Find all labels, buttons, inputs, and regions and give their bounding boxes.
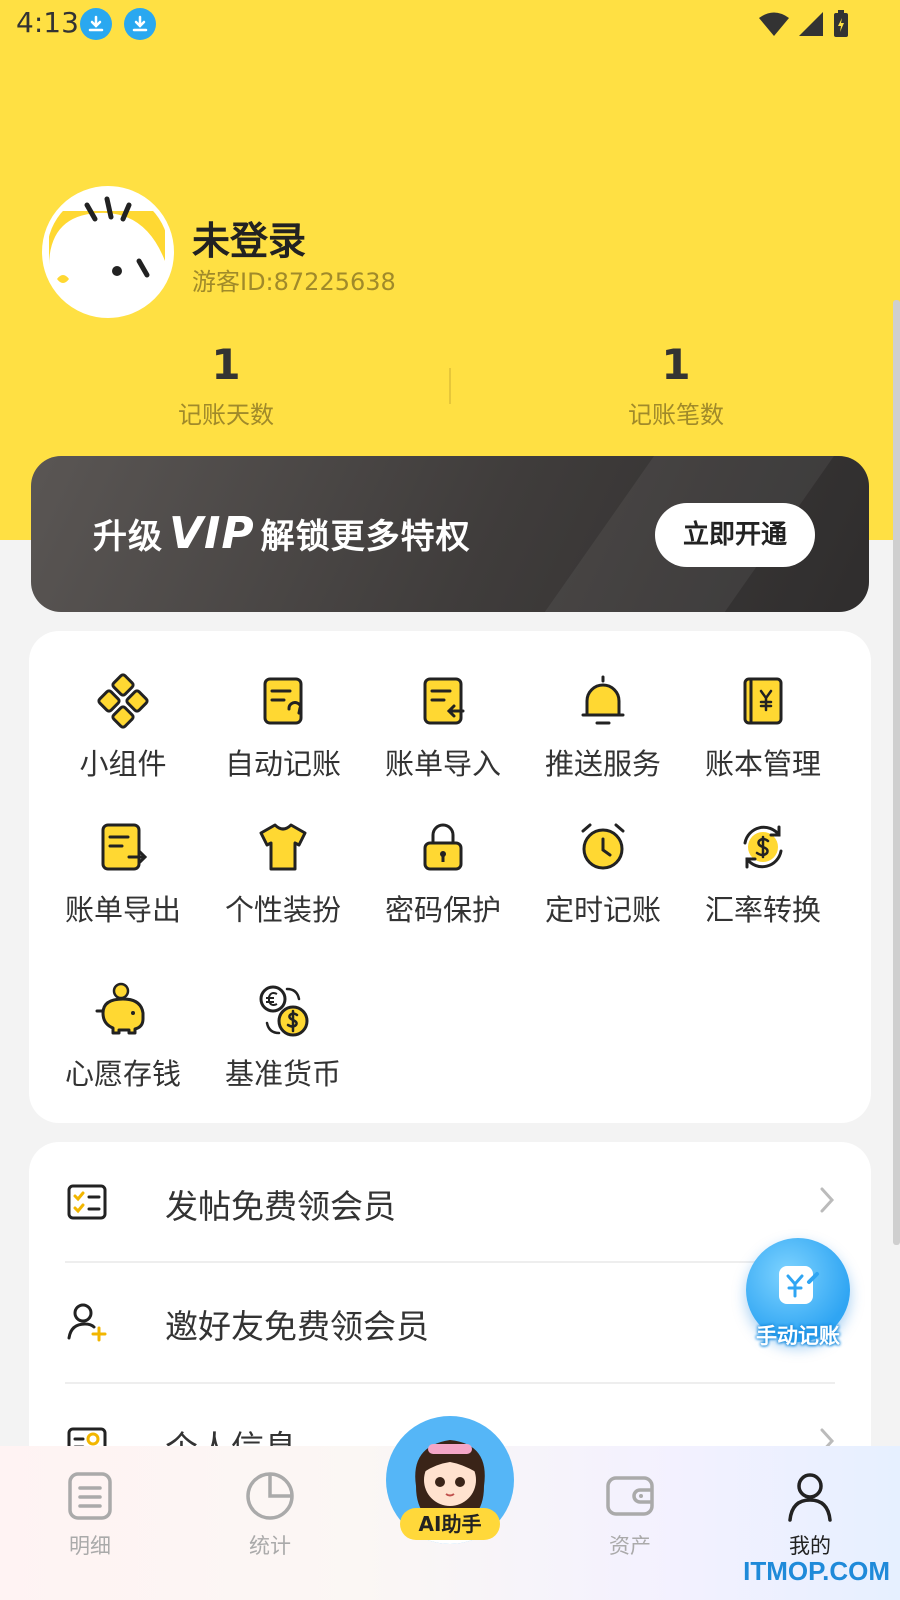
wallet-icon [606, 1476, 654, 1516]
list-item-post-free-vip[interactable]: 发帖免费领会员 [65, 1142, 835, 1262]
piggy-bank-icon [95, 982, 145, 1035]
bill-export-icon [101, 823, 148, 871]
feature-label: 账单导出 [64, 893, 181, 927]
bill-import-icon [423, 677, 465, 725]
stat-record-days[interactable]: 1 记账天数 [106, 340, 346, 430]
feature-grid: 小组件 自动记账 账单导入 推送服务 账本管理 账单导出 个性装扮 密码保护 定… [29, 631, 871, 1123]
nav-label: 明细 [69, 1534, 111, 1558]
feature-personal-theme[interactable]: 个性装扮 [203, 817, 363, 929]
list-item-invite-friends[interactable]: 邀好友免费领会员 [65, 1262, 835, 1382]
avatar[interactable] [42, 186, 174, 318]
feature-label: 基准货币 [224, 1057, 341, 1091]
vip-suffix: 解锁更多特权 [260, 517, 471, 557]
download-icon [124, 8, 156, 40]
feature-label: 推送服务 [544, 747, 661, 781]
download-icon [80, 8, 112, 40]
vip-banner-text: 升级 VIP 解锁更多特权 [93, 508, 471, 559]
ledger-icon [743, 677, 783, 725]
tshirt-icon [259, 823, 307, 871]
vip-banner[interactable]: 升级 VIP 解锁更多特权 立即开通 [31, 456, 869, 612]
currency-icon [259, 985, 309, 1037]
nav-label: 资产 [609, 1534, 651, 1558]
pie-chart-icon [246, 1472, 294, 1520]
lock-icon [423, 823, 463, 871]
feature-label: 账单导入 [384, 747, 501, 781]
scrollbar[interactable] [893, 300, 900, 1245]
feature-label: 密码保护 [384, 893, 501, 927]
list-document-icon [68, 1472, 112, 1520]
feature-bill-import[interactable]: 账单导入 [363, 671, 523, 783]
nav-assets[interactable]: 资产 [570, 1468, 690, 1560]
stat-record-count[interactable]: 1 记账笔数 [556, 340, 796, 430]
watermark: ITMOP.COM [743, 1556, 890, 1586]
signal-icon [799, 12, 823, 36]
feature-label: 自动记账 [224, 747, 341, 781]
nav-mine[interactable]: 我的 [750, 1468, 870, 1560]
feature-bill-export[interactable]: 账单导出 [43, 817, 203, 929]
feature-label: 账本管理 [704, 747, 821, 781]
username[interactable]: 未登录 [192, 210, 306, 265]
feature-auto-bookkeeping[interactable]: 自动记账 [203, 671, 363, 783]
stat-label: 记账笔数 [628, 401, 724, 429]
feature-label: 定时记账 [544, 893, 661, 927]
manual-bookkeeping-label[interactable]: 手动记账 [742, 1320, 854, 1350]
activate-vip-button[interactable]: 立即开通 [655, 503, 815, 567]
add-user-icon [67, 1303, 107, 1342]
list-item-label: 邀好友免费领会员 [165, 1307, 429, 1346]
vip-prefix: 升级 [93, 517, 163, 557]
bell-icon [581, 675, 625, 725]
ai-assistant-label: AI助手 [400, 1508, 500, 1540]
feature-label: 个性装扮 [224, 893, 341, 927]
chevron-right-icon [820, 1187, 835, 1213]
list-item-label: 发帖免费领会员 [165, 1187, 396, 1226]
checklist-icon [67, 1184, 107, 1220]
feature-password-protection[interactable]: 密码保护 [363, 817, 523, 929]
feature-ledger-management[interactable]: 账本管理 [683, 671, 843, 783]
alarm-clock-icon [581, 823, 625, 870]
exchange-rate-icon [743, 825, 783, 869]
status-time: 4:13 [16, 6, 79, 39]
nav-details[interactable]: 明细 [30, 1468, 150, 1560]
stat-value: 1 [661, 340, 691, 389]
wifi-icon [759, 12, 789, 36]
auto-bookkeeping-icon [263, 677, 303, 725]
feature-widget[interactable]: 小组件 [43, 671, 203, 783]
feature-base-currency[interactable]: 基准货币 [203, 981, 363, 1093]
nav-statistics[interactable]: 统计 [210, 1468, 330, 1560]
widget-icon [97, 673, 149, 729]
status-bar: 4:13 [0, 0, 900, 48]
nav-label: 统计 [249, 1534, 291, 1558]
feature-exchange-rate[interactable]: 汇率转换 [683, 817, 843, 929]
feature-label: 汇率转换 [704, 893, 821, 927]
battery-icon [834, 10, 848, 37]
ai-assistant-button[interactable]: AI助手 [386, 1410, 514, 1544]
stat-label: 记账天数 [178, 401, 274, 429]
feature-scheduled-bookkeeping[interactable]: 定时记账 [523, 817, 683, 929]
guest-id: 游客ID:87225638 [192, 268, 396, 296]
stat-value: 1 [211, 340, 241, 389]
user-icon [788, 1473, 832, 1522]
edit-yuan-icon [779, 1266, 819, 1304]
feature-label: 心愿存钱 [64, 1057, 181, 1091]
stat-divider [449, 368, 451, 404]
vip-word: VIP [169, 508, 255, 559]
feature-wish-savings[interactable]: 心愿存钱 [43, 981, 203, 1093]
feature-label: 小组件 [79, 747, 167, 781]
feature-push-service[interactable]: 推送服务 [523, 671, 683, 783]
